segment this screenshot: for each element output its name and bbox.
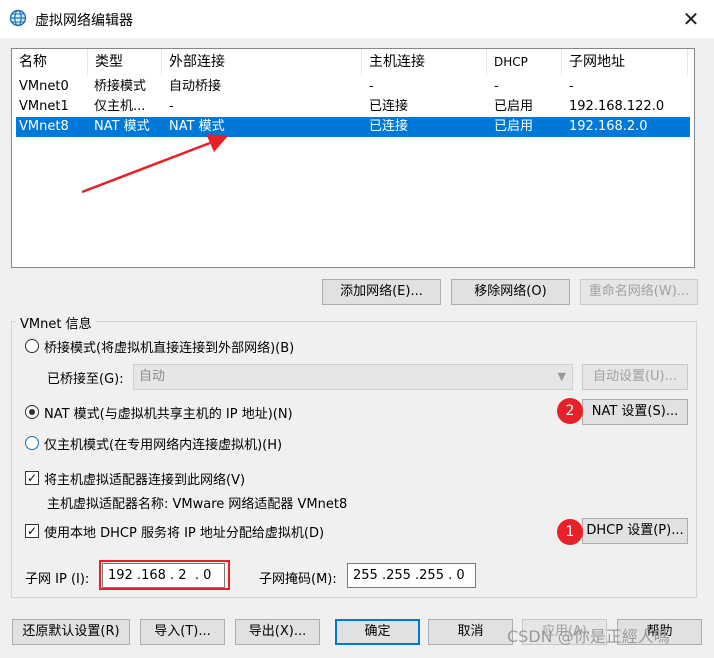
adapter-name-text: 主机虚拟适配器名称: VMware 网络适配器 VMnet8 [47, 497, 348, 512]
connect-adapter-label: 将主机虚拟适配器连接到此网络(V) [44, 473, 246, 488]
auto-settings-button[interactable]: 自动设置(U)... [582, 364, 688, 390]
bridged-to-value: 自动 [139, 369, 166, 384]
subnet-mask-label: 子网掩码(M): [259, 572, 337, 587]
rename-network-button[interactable]: 重命名网络(W)... [580, 279, 698, 305]
subnet-mask-field[interactable]: 255 .255 .255 . 0 [347, 563, 476, 588]
add-network-button[interactable]: 添加网络(E)... [322, 279, 441, 305]
import-button[interactable]: 导入(T)... [140, 619, 225, 645]
connect-adapter-checkbox[interactable]: ✓ [25, 471, 39, 485]
nat-mode-radio[interactable] [25, 405, 39, 419]
bridged-mode-radio[interactable] [25, 339, 39, 353]
dhcp-settings-button[interactable]: DHCP 设置(P)... [582, 518, 688, 544]
watermark: CSDN @你是正經人嗎 [507, 627, 670, 646]
dhcp-label: 使用本地 DHCP 服务将 IP 地址分配给虚拟机(D) [44, 526, 325, 541]
remove-network-button[interactable]: 移除网络(O) [451, 279, 570, 305]
dhcp-checkbox[interactable]: ✓ [25, 524, 39, 538]
restore-defaults-button[interactable]: 还原默认设置(R) [12, 619, 130, 645]
bridged-mode-label: 桥接模式(将虚拟机直接连接到外部网络)(B) [44, 341, 295, 356]
cancel-button[interactable]: 取消 [428, 619, 513, 645]
bridged-to-select[interactable]: 自动 ▼ [133, 364, 573, 390]
host-only-label: 仅主机模式(在专用网络内连接虚拟机)(H) [44, 438, 283, 453]
annotation-badge-2: 2 [557, 398, 583, 424]
nat-settings-button[interactable]: NAT 设置(S)... [582, 399, 688, 425]
bridged-to-label: 已桥接至(G): [47, 372, 124, 387]
host-only-radio[interactable] [25, 436, 39, 450]
nat-mode-label: NAT 模式(与虚拟机共享主机的 IP 地址)(N) [44, 407, 293, 422]
subnet-ip-label: 子网 IP (I): [25, 572, 90, 587]
export-button[interactable]: 导出(X)... [235, 619, 320, 645]
subnet-ip-highlight [99, 560, 230, 590]
vmnet-info-label: VMnet 信息 [16, 313, 96, 332]
chevron-down-icon: ▼ [557, 370, 566, 383]
vmnet-info-group [11, 321, 697, 598]
annotation-badge-1: 1 [557, 519, 583, 545]
ok-button[interactable]: 确定 [335, 619, 420, 645]
